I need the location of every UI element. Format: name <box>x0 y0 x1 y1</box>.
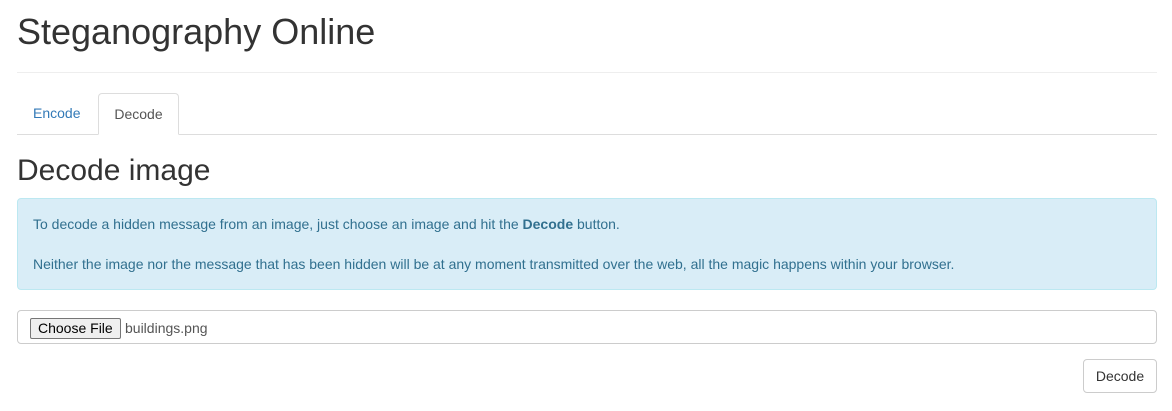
page-title: Steganography Online <box>17 11 376 52</box>
tab-encode[interactable]: Encode <box>17 93 96 134</box>
info-text-bold: Decode <box>522 216 574 232</box>
info-text-after: button. <box>573 216 620 232</box>
info-line-privacy: Neither the image nor the message that h… <box>33 256 955 272</box>
info-alert: To decode a hidden message from an image… <box>17 198 1157 290</box>
info-line-instructions: To decode a hidden message from an image… <box>33 214 620 234</box>
header-divider <box>17 72 1157 73</box>
info-text-before: To decode a hidden message from an image… <box>33 216 523 232</box>
selected-file-name: buildings.png <box>125 320 208 336</box>
decode-button[interactable]: Decode <box>1083 359 1157 393</box>
choose-file-button[interactable]: Choose File <box>30 318 121 339</box>
section-title: Decode image <box>17 154 211 187</box>
tab-bar: Encode Decode <box>17 93 1157 135</box>
page: Steganography Online Encode Decode Decod… <box>0 0 1172 411</box>
file-input[interactable]: Choose File buildings.png <box>17 310 1157 344</box>
tab-decode[interactable]: Decode <box>98 93 179 135</box>
